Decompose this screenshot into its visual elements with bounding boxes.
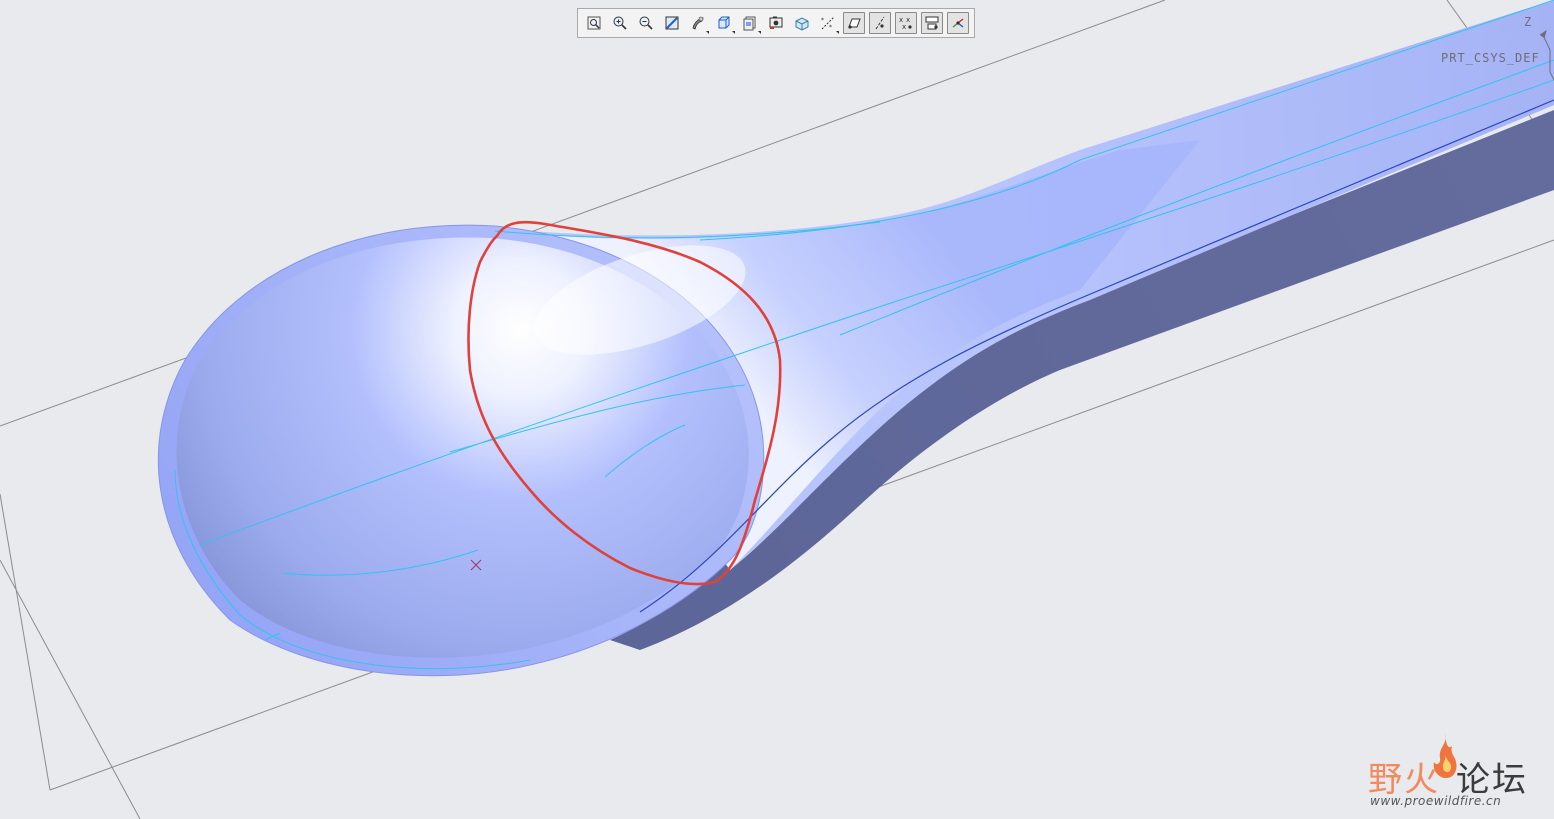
- view-manager-button[interactable]: [739, 12, 761, 34]
- section-view-icon: [795, 17, 809, 31]
- refit-icon: [587, 16, 601, 30]
- repaint-button[interactable]: [661, 12, 683, 34]
- forum-watermark: 野火 论坛 www.proewildfire.cn: [1368, 732, 1548, 812]
- svg-text:x: x: [902, 23, 906, 31]
- svg-text:*: *: [829, 24, 832, 31]
- point-display-toggle[interactable]: xxx: [895, 12, 917, 34]
- point-display-icon: x xx: [899, 16, 912, 31]
- zoom-in-button[interactable]: [609, 12, 631, 34]
- view-toolbar: * * xxx: [577, 8, 975, 38]
- spin-center-toggle[interactable]: [947, 12, 969, 34]
- datum-display-icon: **: [821, 16, 835, 31]
- repaint-icon: [665, 16, 679, 30]
- csys-axis-z-label: Z: [1524, 15, 1533, 29]
- axis-display-icon: [875, 16, 885, 30]
- zoom-in-icon: [613, 16, 627, 30]
- plane-display-toggle[interactable]: [843, 12, 865, 34]
- csys-label: PRT_CSYS_DEF: [1441, 51, 1540, 65]
- datum-display-button[interactable]: * *: [817, 12, 839, 34]
- zoom-out-button[interactable]: [635, 12, 657, 34]
- perspective-view-icon: [769, 16, 783, 29]
- graphics-window[interactable]: PRT_CSYS_DEF Z * * x x x 野火 论坛 www.proew…: [0, 0, 1554, 819]
- csys-display-icon: [925, 16, 939, 30]
- display-style-icon: [692, 16, 704, 30]
- spin-center-icon: [952, 18, 964, 28]
- refit-button[interactable]: [583, 12, 605, 34]
- csys-display-toggle[interactable]: [921, 12, 943, 34]
- saved-orientations-button[interactable]: [713, 12, 735, 34]
- display-style-button[interactable]: [687, 12, 709, 34]
- svg-text:*: *: [821, 17, 824, 24]
- axis-display-toggle[interactable]: [869, 12, 891, 34]
- section-view-button[interactable]: [791, 12, 813, 34]
- saved-orientations-icon: [718, 16, 730, 29]
- perspective-view-button[interactable]: [765, 12, 787, 34]
- model-viewport[interactable]: [0, 0, 1554, 819]
- plane-display-icon: [848, 18, 861, 29]
- view-manager-icon: [743, 16, 756, 31]
- zoom-out-icon: [639, 16, 653, 30]
- svg-text:x: x: [906, 16, 910, 24]
- watermark-url: www.proewildfire.cn: [1370, 794, 1502, 808]
